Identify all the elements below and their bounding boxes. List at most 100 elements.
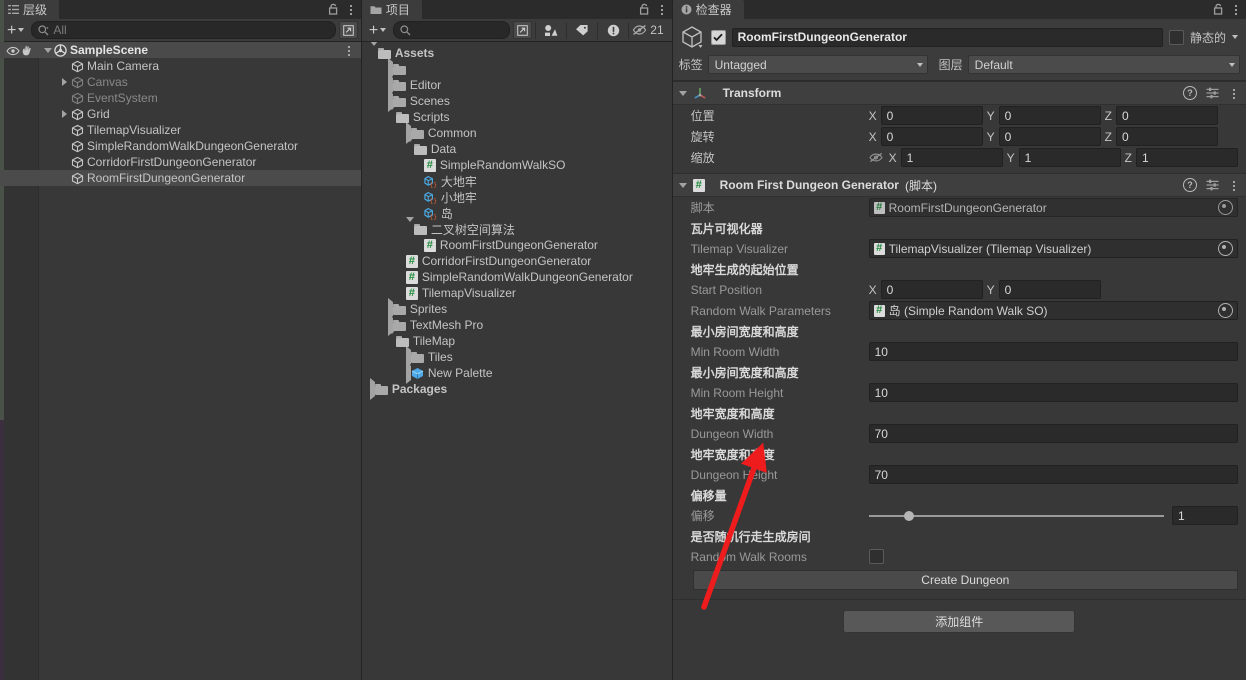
expand-triangle-icon[interactable] <box>370 46 378 60</box>
tab-inspector[interactable]: 检查器 <box>673 0 744 19</box>
hierarchy-item-row[interactable]: Main Camera <box>0 58 361 74</box>
transform-z-input[interactable]: 0 <box>1116 127 1218 146</box>
inspector-menu-icon[interactable] <box>1230 2 1242 16</box>
hierarchy-item-row[interactable]: EventSystem <box>0 90 361 106</box>
hierarchy-item-row[interactable]: Canvas <box>0 74 361 90</box>
object-reference-field[interactable]: TilemapVisualizer (Tilemap Visualizer) <box>869 239 1238 258</box>
project-item-row[interactable]: Assets <box>362 45 672 61</box>
project-search-expand-button[interactable] <box>513 21 532 39</box>
script-object-field[interactable]: RoomFirstDungeonGenerator <box>869 198 1238 217</box>
hierarchy-scene-row[interactable]: SampleScene <box>0 42 361 58</box>
project-item-row[interactable]: Scenes <box>362 93 672 109</box>
transform-z-input[interactable]: 1 <box>1136 148 1238 167</box>
settings-sliders-icon[interactable] <box>1206 179 1219 191</box>
object-picker-icon[interactable] <box>1218 241 1233 256</box>
transform-x-input[interactable]: 1 <box>901 148 1003 167</box>
hierarchy-search-expand-button[interactable] <box>339 21 358 39</box>
layer-dropdown[interactable]: Default <box>968 55 1240 74</box>
number-input[interactable]: 70 <box>869 424 1238 443</box>
project-item-row[interactable]: Packages <box>362 381 672 397</box>
number-input[interactable]: 70 <box>869 465 1238 484</box>
tab-hierarchy[interactable]: 层级 <box>0 0 59 19</box>
expand-triangle-icon[interactable] <box>58 78 71 86</box>
number-input[interactable]: 10 <box>869 342 1238 361</box>
expand-triangle-icon[interactable] <box>58 110 71 118</box>
project-item-row[interactable]: {}大地牢 <box>362 173 672 189</box>
create-dungeon-button[interactable]: Create Dungeon <box>693 570 1238 590</box>
project-item-row[interactable]: New Palette <box>362 365 672 381</box>
hierarchy-item-row[interactable]: RoomFirstDungeonGenerator <box>0 170 361 186</box>
project-item-row[interactable]: {}小地牢 <box>362 189 672 205</box>
slider-knob[interactable] <box>904 511 914 521</box>
project-item-row[interactable]: Sprites <box>362 301 672 317</box>
start-position-y-input[interactable]: 0 <box>999 280 1101 299</box>
add-component-button[interactable]: 添加组件 <box>843 610 1075 633</box>
component-menu-icon[interactable] <box>1228 86 1240 100</box>
transform-x-input[interactable]: 0 <box>881 127 983 146</box>
project-item-row[interactable] <box>362 61 672 77</box>
static-dropdown-chevron-icon[interactable] <box>1232 35 1238 39</box>
slider-number-input[interactable]: 1 <box>1172 506 1238 525</box>
object-reference-field[interactable]: 岛 (Simple Random Walk SO) <box>869 301 1238 320</box>
project-item-row[interactable]: TextMesh Pro <box>362 317 672 333</box>
expand-triangle-icon[interactable] <box>388 110 396 124</box>
hierarchy-item-row[interactable]: SimpleRandomWalkDungeonGenerator <box>0 138 361 154</box>
transform-x-input[interactable]: 0 <box>881 106 983 125</box>
hierarchy-item-row[interactable]: TilemapVisualizer <box>0 122 361 138</box>
hierarchy-tree[interactable]: SampleSceneMain CameraCanvasEventSystemG… <box>0 42 361 680</box>
project-item-row[interactable]: TilemapVisualizer <box>362 285 672 301</box>
label-filter-icon[interactable] <box>566 22 597 39</box>
component-menu-icon[interactable] <box>1228 178 1240 192</box>
project-search-input[interactable] <box>393 21 510 39</box>
slider-control[interactable] <box>869 515 1172 517</box>
static-checkbox[interactable] <box>1169 30 1184 45</box>
project-item-row[interactable]: SimpleRandomWalkDungeonGenerator <box>362 269 672 285</box>
project-item-row[interactable]: RoomFirstDungeonGenerator <box>362 237 672 253</box>
project-item-row[interactable]: Data <box>362 141 672 157</box>
project-item-row[interactable]: Editor <box>362 77 672 93</box>
project-item-row[interactable]: SimpleRandomWalkSO <box>362 157 672 173</box>
uniform-scale-lock-icon[interactable] <box>869 152 883 163</box>
tab-project[interactable]: 项目 <box>362 0 422 19</box>
expand-triangle-icon[interactable] <box>41 48 54 53</box>
lock-icon[interactable] <box>1213 3 1224 15</box>
expand-triangle-icon[interactable] <box>406 142 414 156</box>
expand-triangle-icon[interactable] <box>406 222 414 236</box>
project-add-button[interactable]: + <box>365 22 390 39</box>
object-picker-icon[interactable] <box>1218 303 1233 318</box>
hierarchy-item-row[interactable]: Grid <box>0 106 361 122</box>
hierarchy-search-input[interactable]: All <box>31 21 335 39</box>
slider-track[interactable] <box>869 515 1164 517</box>
transform-y-input[interactable]: 0 <box>999 127 1101 146</box>
hierarchy-item-row[interactable]: CorridorFirstDungeonGenerator <box>0 154 361 170</box>
visibility-eye-icon[interactable] <box>6 45 20 59</box>
transform-z-input[interactable]: 0 <box>1116 106 1218 125</box>
gameobject-enabled-checkbox[interactable] <box>711 30 726 45</box>
transform-y-input[interactable]: 1 <box>1019 148 1121 167</box>
project-item-row[interactable]: CorridorFirstDungeonGenerator <box>362 253 672 269</box>
scene-context-menu-icon[interactable] <box>343 43 355 57</box>
lock-icon[interactable] <box>639 3 650 15</box>
project-tree[interactable]: AssetsEditorScenesScriptsCommonDataSimpl… <box>362 42 672 680</box>
collapse-triangle-icon[interactable] <box>679 183 687 188</box>
asset-type-filter-icon[interactable] <box>535 22 566 39</box>
number-input[interactable]: 10 <box>869 383 1238 402</box>
transform-y-input[interactable]: 0 <box>999 106 1101 125</box>
hidden-packages-filter[interactable]: 21 <box>628 22 668 39</box>
tag-dropdown[interactable]: Untagged <box>708 55 928 74</box>
help-icon[interactable]: ? <box>1183 86 1197 100</box>
lock-icon[interactable] <box>328 3 339 15</box>
bool-checkbox[interactable] <box>869 549 884 564</box>
hierarchy-add-button[interactable]: + <box>3 22 28 39</box>
transform-component-header[interactable]: Transform ? <box>673 81 1246 105</box>
settings-sliders-icon[interactable] <box>1206 87 1219 99</box>
project-menu-icon[interactable] <box>656 2 668 16</box>
warning-filter-icon[interactable] <box>597 22 628 39</box>
hierarchy-menu-icon[interactable] <box>345 2 357 16</box>
expand-triangle-icon[interactable] <box>388 334 396 348</box>
help-icon[interactable]: ? <box>1183 178 1197 192</box>
object-picker-icon[interactable] <box>1218 200 1233 215</box>
start-position-x-input[interactable]: 0 <box>881 280 983 299</box>
pickability-hand-icon[interactable] <box>21 45 34 59</box>
script-component-header[interactable]: Room First Dungeon Generator (脚本) ? <box>673 173 1246 197</box>
